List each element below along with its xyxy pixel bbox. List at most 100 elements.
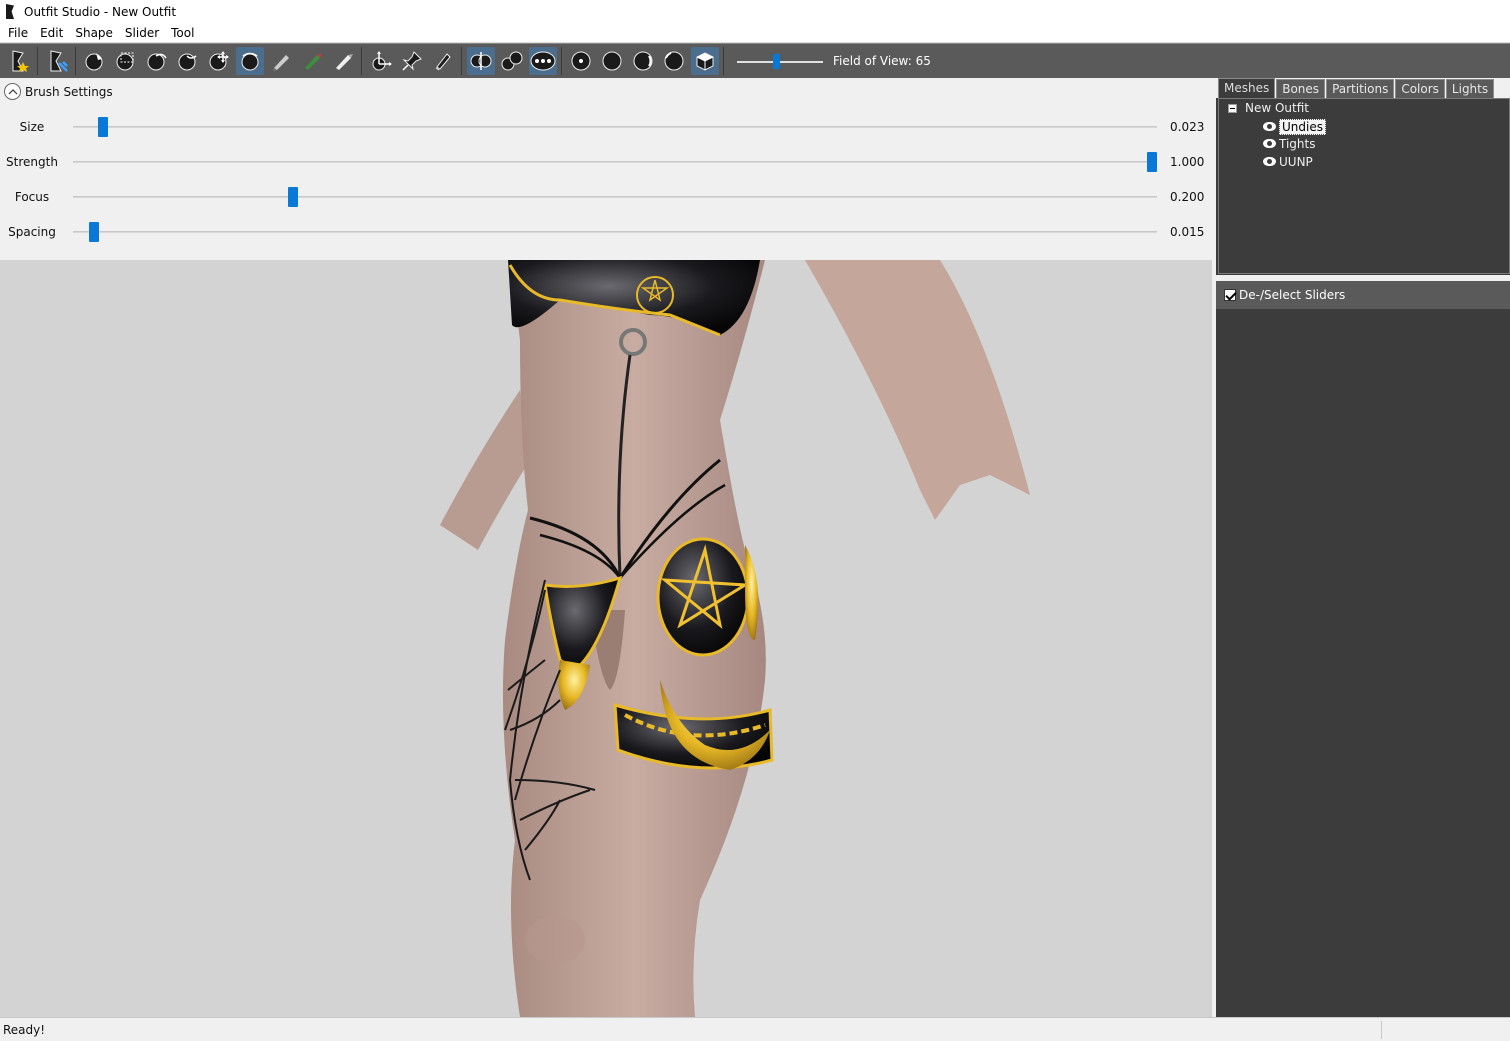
tree-item-undies[interactable]: Undies: [1262, 119, 1326, 135]
tab-colors[interactable]: Colors: [1395, 79, 1445, 98]
x-mirror-button[interactable]: [466, 47, 495, 75]
color-brush-button[interactable]: [329, 47, 357, 75]
model-render: [440, 260, 1030, 1017]
brush-strength-thumb[interactable]: [1147, 152, 1157, 172]
collapse-minus-icon[interactable]: [1228, 103, 1237, 113]
tree-item-label: Tights: [1279, 137, 1316, 151]
visibility-eye-icon[interactable]: [1262, 157, 1278, 167]
menu-tool[interactable]: Tool: [165, 26, 200, 40]
connected-only-button[interactable]: [498, 47, 526, 75]
toggle-lighting-icon: [633, 51, 652, 71]
tab-lights[interactable]: Lights: [1445, 79, 1495, 98]
menu-slider[interactable]: Slider: [119, 26, 165, 40]
fov-slider-thumb[interactable]: [773, 54, 780, 69]
brush-strength-track[interactable]: [73, 161, 1157, 163]
brush-size-thumb[interactable]: [98, 117, 108, 137]
status-bar: Ready!: [0, 1017, 1510, 1041]
undiff-brush-icon: [272, 55, 289, 71]
load-project-button[interactable]: [5, 47, 33, 75]
brush-size-row: Size 0.023: [0, 112, 1212, 142]
brush-focus-thumb[interactable]: [288, 187, 298, 207]
weight-brush-icon: [304, 54, 322, 70]
brush-size-value: 0.023: [1170, 120, 1205, 134]
toolbar-separator: [361, 47, 362, 75]
visibility-eye-icon[interactable]: [1262, 139, 1278, 149]
deflate-brush-button[interactable]: [174, 47, 202, 75]
brush-spacing-row: Spacing 0.015: [0, 217, 1212, 247]
deselect-sliders-checkbox[interactable]: [1224, 289, 1236, 301]
visibility-eye-icon[interactable]: [1262, 122, 1278, 132]
main-toolbar: Field of View: 65: [0, 43, 1510, 78]
transform-button[interactable]: [367, 47, 395, 75]
undiff-brush-button[interactable]: [267, 47, 295, 75]
save-project-icon: [50, 50, 68, 72]
brush-strength-value: 1.000: [1170, 155, 1205, 169]
brush-size-track[interactable]: [73, 126, 1157, 128]
toggle-textures-icon: [664, 51, 683, 71]
brush-focus-label: Focus: [14, 190, 50, 204]
global-brush-icon: [530, 51, 555, 71]
3d-viewport[interactable]: [0, 260, 1212, 1017]
mask-brush-button[interactable]: [112, 47, 140, 75]
tree-item-label: Undies: [1279, 119, 1326, 135]
move-brush-button[interactable]: [205, 47, 233, 75]
field-of-view-slider[interactable]: [737, 47, 823, 75]
status-divider: [1381, 1021, 1382, 1039]
x-mirror-icon: [470, 52, 491, 70]
save-project-button[interactable]: [43, 47, 71, 75]
brush-spacing-label: Spacing: [8, 225, 56, 239]
show-vertices-icon: [571, 51, 590, 71]
brush-spacing-thumb[interactable]: [89, 222, 99, 242]
deselect-sliders-label: De-/Select Sliders: [1239, 288, 1346, 302]
tab-bones[interactable]: Bones: [1276, 79, 1326, 98]
move-brush-icon: [209, 51, 229, 71]
inflate-brush-icon: [147, 53, 167, 71]
fov-slider-track: [737, 61, 823, 63]
brush-focus-track[interactable]: [73, 196, 1157, 198]
select-brush-button[interactable]: [81, 47, 109, 75]
pivot-button[interactable]: [398, 47, 426, 75]
toggle-cube-icon: [696, 52, 713, 71]
brush-strength-label: Strength: [6, 155, 58, 169]
tab-meshes[interactable]: Meshes: [1218, 78, 1276, 98]
tree-item-uunp[interactable]: UUNP: [1262, 155, 1313, 169]
color-brush-icon: [335, 54, 353, 70]
brush-focus-row: Focus 0.200: [0, 182, 1212, 212]
vertex-edit-button[interactable]: [429, 47, 457, 75]
collapse-chevron-up-icon[interactable]: [4, 83, 21, 100]
toggle-cube-button[interactable]: [690, 47, 719, 75]
vertex-edit-icon: [435, 53, 451, 71]
toolbar-separator: [75, 47, 76, 75]
connected-only-icon: [501, 51, 522, 71]
weight-brush-button[interactable]: [298, 47, 326, 75]
menu-edit[interactable]: Edit: [34, 26, 69, 40]
smooth-brush-button[interactable]: [235, 47, 264, 75]
global-brush-button[interactable]: [528, 47, 557, 75]
select-brush-icon: [85, 53, 102, 71]
show-vertices-button[interactable]: [567, 47, 595, 75]
deflate-brush-icon: [178, 53, 196, 71]
status-text: Ready!: [3, 1022, 46, 1037]
tree-root-label: New Outfit: [1245, 101, 1310, 115]
mesh-tree: New Outfit Undies Tights UUNP: [1218, 98, 1510, 274]
brush-settings-header[interactable]: Brush Settings: [4, 83, 113, 100]
tab-partitions[interactable]: Partitions: [1326, 79, 1395, 98]
panel-tabs: Meshes Bones Partitions Colors Lights: [1216, 78, 1510, 98]
menu-shape[interactable]: Shape: [69, 26, 119, 40]
brush-spacing-value: 0.015: [1170, 225, 1205, 239]
brush-settings-panel: Brush Settings Size 0.023 Strength 1.000…: [0, 78, 1212, 260]
pivot-icon: [401, 51, 422, 71]
tree-root-item[interactable]: New Outfit: [1228, 101, 1309, 115]
toggle-textures-button[interactable]: [660, 47, 688, 75]
right-panel: Meshes Bones Partitions Colors Lights Ne…: [1216, 78, 1510, 1017]
show-wireframe-icon: [602, 51, 621, 71]
toggle-lighting-button[interactable]: [629, 47, 657, 75]
toolbar-separator: [461, 47, 462, 75]
toolbar-separator: [561, 47, 562, 75]
show-wireframe-button[interactable]: [598, 47, 626, 75]
tree-item-tights[interactable]: Tights: [1262, 137, 1315, 151]
brush-spacing-track[interactable]: [73, 231, 1157, 233]
toolbar-separator: [37, 47, 38, 75]
menu-file[interactable]: File: [2, 26, 34, 40]
inflate-brush-button[interactable]: [143, 47, 171, 75]
